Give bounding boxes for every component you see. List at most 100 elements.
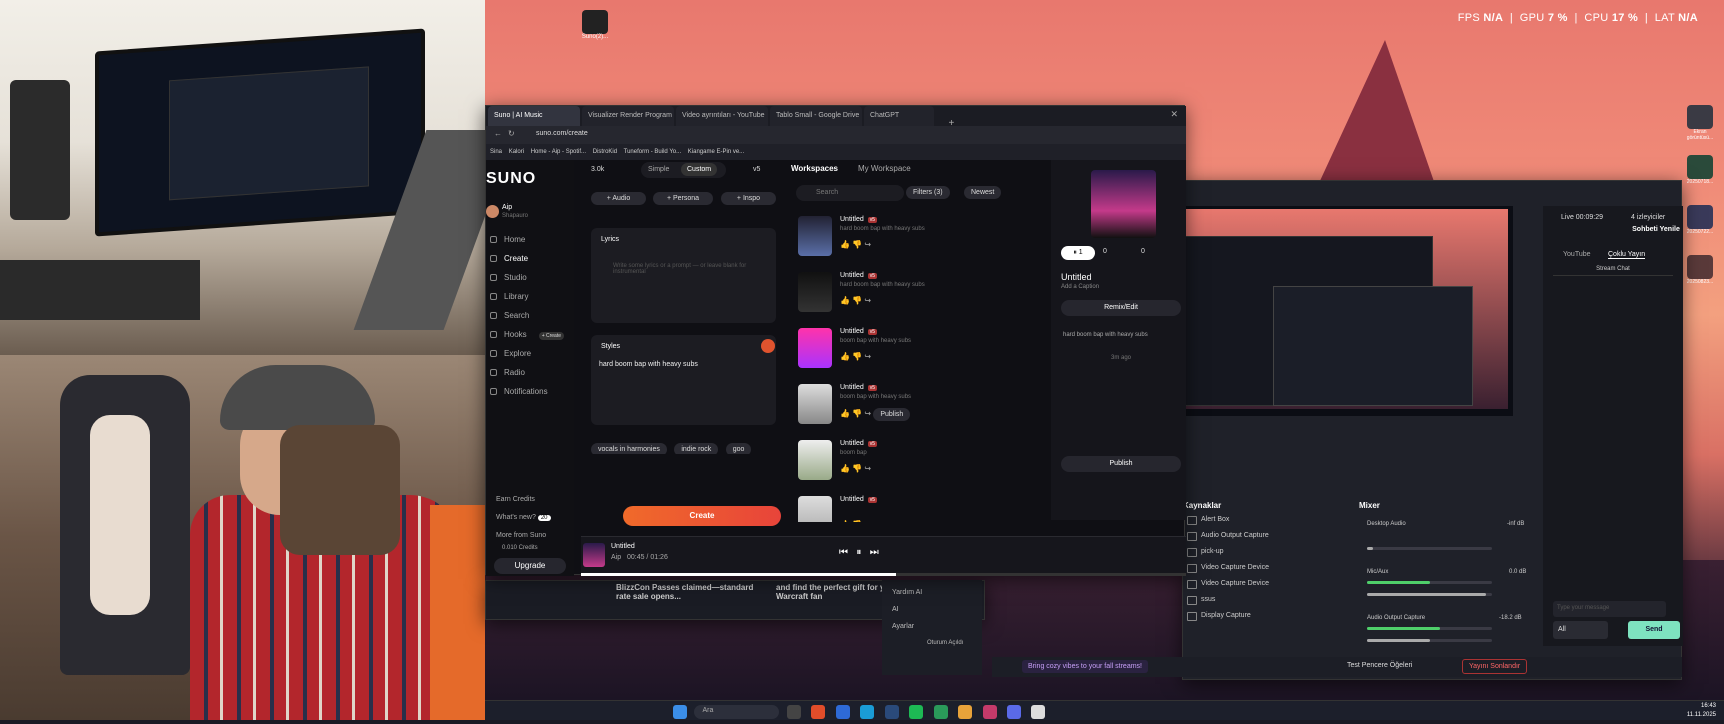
source-item[interactable]: Video Capture Device — [1183, 560, 1333, 576]
bookmark[interactable]: Kiangame E-Pin ve... — [688, 149, 744, 155]
share-icon[interactable]: ↪ — [864, 409, 871, 418]
browser-tab[interactable]: Video ayrıntıları - YouTube — [676, 106, 768, 126]
suno-logo[interactable]: SUNO — [486, 170, 536, 188]
sidebar-item-radio[interactable]: Radio — [486, 363, 574, 382]
previous-icon[interactable]: ⏮ — [839, 547, 848, 558]
volume-slider[interactable] — [1367, 593, 1492, 596]
share-icon[interactable]: ↪ — [864, 240, 871, 249]
sidebar-item-library[interactable]: Library — [486, 287, 574, 306]
dislike-icon[interactable]: 👎 — [852, 240, 862, 249]
player-progress[interactable] — [581, 573, 1186, 576]
song-row[interactable]: Untitled v5 hard boom bap with heavy subs… — [798, 268, 1003, 318]
publish-button[interactable]: Publish — [873, 408, 911, 421]
desktop-file[interactable]: 20250718... — [1680, 155, 1720, 205]
remix-edit-button[interactable]: Remix/Edit — [1061, 300, 1181, 316]
song-row[interactable]: Untitled v5 boom bap with heavy subs 👍 👎 … — [798, 324, 1003, 374]
dislike-icon[interactable]: 👎 — [852, 296, 862, 305]
style-chip[interactable]: goo — [725, 443, 752, 454]
filters-button[interactable]: Filters (3) — [906, 186, 950, 199]
edge-icon[interactable] — [860, 705, 875, 719]
style-chip[interactable]: indie rock — [674, 443, 719, 454]
breadcrumb-workspaces[interactable]: Workspaces — [791, 164, 838, 173]
sidebar-item-explore[interactable]: Explore — [486, 344, 574, 363]
desktop-shortcut[interactable]: Suno(2)... — [575, 10, 615, 40]
opera-icon[interactable] — [811, 705, 826, 719]
sidebar-item-hooks[interactable]: Hooks + Create — [486, 325, 574, 344]
dislike-icon[interactable]: 👎 — [852, 409, 862, 418]
avatar[interactable] — [486, 205, 499, 218]
dislike-icon[interactable]: 👎 — [852, 464, 862, 473]
refresh-chat-button[interactable]: Sohbeti Yenile — [1631, 226, 1681, 233]
upgrade-button[interactable]: Upgrade — [494, 558, 566, 574]
menu-item-ai-help[interactable]: Yardım AI — [882, 580, 982, 596]
song-row[interactable]: Untitledv5 👍 👎 ↪ — [798, 492, 1003, 522]
menu-item-settings[interactable]: Ayarlar — [882, 613, 982, 630]
browser-tab[interactable]: Visualizer Render Program — [582, 106, 674, 126]
song-row[interactable]: Untitled v5 boom bap 👍 👎 ↪ — [798, 436, 1003, 486]
taskbar-search[interactable]: Ara — [694, 705, 780, 719]
share-icon[interactable]: ↪ — [864, 464, 871, 473]
share-icon[interactable]: ↪ — [864, 296, 871, 305]
sidebar-item-create[interactable]: Create — [486, 249, 574, 268]
bookmark[interactable]: Home - Aip - Spotif... — [531, 149, 586, 155]
earn-credits-link[interactable]: Earn Credits — [496, 496, 535, 503]
url-field[interactable]: suno.com/create — [536, 130, 588, 137]
source-item[interactable]: Display Capture — [1183, 608, 1333, 624]
play-count-button[interactable]: ⏸ 1 — [1061, 246, 1095, 260]
obs-icon[interactable] — [982, 705, 997, 719]
like-icon[interactable]: 👍 — [840, 352, 850, 361]
sidebar-item-search[interactable]: Search — [486, 306, 574, 325]
app-icon[interactable] — [933, 705, 948, 719]
bookmark[interactable]: Sina — [490, 149, 502, 155]
explorer-icon[interactable] — [835, 705, 850, 719]
bookmark[interactable]: Kalori — [509, 149, 524, 155]
style-chip[interactable]: vocals in harmonies — [591, 443, 667, 454]
browser-tab[interactable]: ChatGPT — [864, 106, 934, 126]
source-item[interactable]: Video Capture Device — [1183, 576, 1333, 592]
lyrics-input[interactable]: Write some lyrics or a prompt — or leave… — [613, 263, 753, 275]
mode-simple[interactable]: Simple — [648, 166, 669, 173]
bookmark[interactable]: DistroKid — [593, 149, 617, 155]
tab-multistream[interactable]: Çoklu Yayın — [1608, 251, 1646, 259]
song-row[interactable]: Untitled v5 hard boom bap with heavy subs… — [798, 212, 1003, 262]
promo-banner[interactable]: Bring cozy vibes to your fall streams! — [1022, 660, 1148, 673]
steam-icon[interactable] — [884, 705, 899, 719]
reload-icon[interactable]: ↻ — [508, 129, 515, 138]
sort-select[interactable]: Newest — [964, 186, 1002, 199]
add-inspo-button[interactable]: + Inspo — [721, 192, 776, 205]
tab-youtube[interactable]: YouTube — [1563, 251, 1591, 258]
source-item[interactable]: ssus — [1183, 592, 1333, 608]
add-persona-button[interactable]: + Persona — [653, 192, 713, 205]
back-icon[interactable]: ← — [494, 129, 502, 138]
like-icon[interactable]: 👍 — [840, 240, 850, 249]
styles-box[interactable]: Styles hard boom bap with heavy subs — [591, 335, 776, 425]
create-button[interactable]: Create — [623, 506, 781, 526]
source-item[interactable]: Audio Output Capture — [1183, 528, 1333, 544]
volume-slider[interactable] — [1367, 639, 1492, 642]
desktop-file[interactable]: 20250722... — [1680, 205, 1720, 255]
sidebar-item-notifications[interactable]: Notifications — [486, 382, 574, 401]
search-input[interactable]: Search — [796, 185, 904, 201]
whats-new-link[interactable]: What's new? 20 — [496, 514, 551, 521]
menu-item-ai[interactable]: AI — [882, 596, 982, 613]
app-icon[interactable] — [1006, 705, 1021, 719]
chat-input[interactable]: Type your message — [1553, 601, 1666, 617]
task-view-icon[interactable] — [786, 705, 801, 719]
lyrics-box[interactable]: Lyrics Write some lyrics or a prompt — o… — [591, 228, 776, 323]
like-icon[interactable]: 👍 — [840, 520, 850, 522]
share-icon[interactable]: ↪ — [864, 520, 871, 522]
windows-start-icon[interactable] — [673, 705, 687, 719]
desktop-file[interactable]: 20250823... — [1680, 255, 1720, 305]
dislike-icon[interactable]: 👎 — [852, 520, 862, 522]
model-select[interactable]: v5 — [753, 166, 760, 173]
close-icon[interactable]: ✕ — [1170, 109, 1178, 120]
breadcrumb-my-workspace[interactable]: My Workspace — [858, 164, 911, 173]
source-item[interactable]: Alert Box — [1183, 512, 1333, 528]
app-icon[interactable] — [1031, 705, 1046, 719]
more-from-suno-link[interactable]: More from Suno — [496, 532, 546, 539]
source-item[interactable]: pick-up — [1183, 544, 1333, 560]
desktop-file[interactable]: Ekran görüntüsü... — [1680, 105, 1720, 155]
like-count[interactable]: 0 — [1103, 248, 1107, 255]
shuffle-icon[interactable] — [761, 339, 775, 353]
bookmark[interactable]: Tuneform - Build Yo... — [624, 149, 681, 155]
